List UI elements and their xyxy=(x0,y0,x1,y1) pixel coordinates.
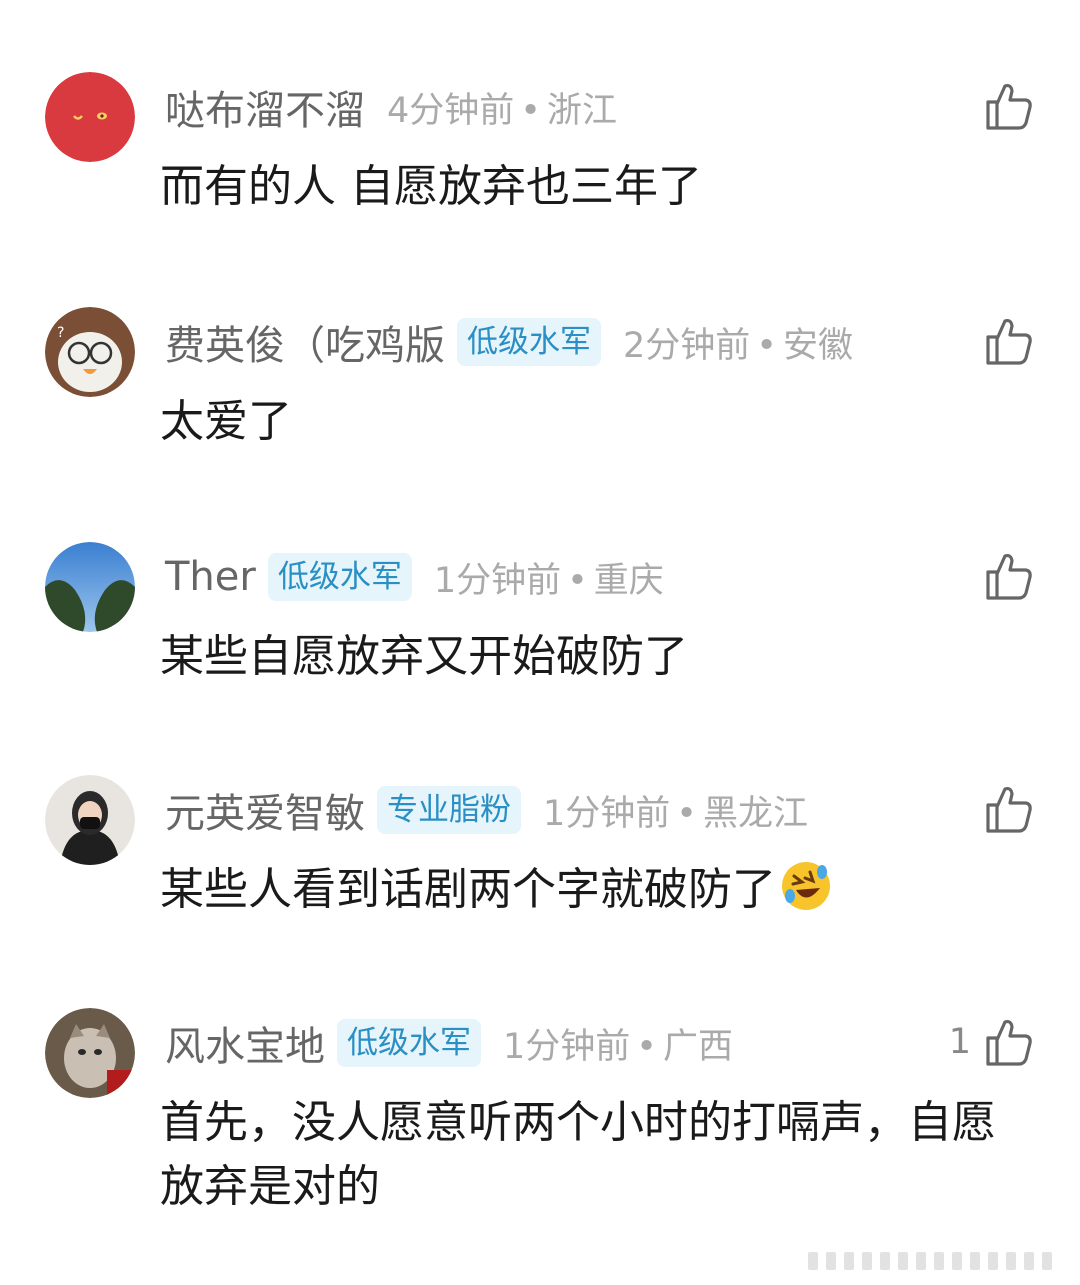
comment-text: 某些自愿放弃又开始破防了 xyxy=(160,631,688,682)
comment-meta: 2分钟前 • 安徽 xyxy=(623,317,853,368)
like-button[interactable] xyxy=(983,550,1035,602)
separator-dot: • xyxy=(567,560,588,601)
like-button[interactable] xyxy=(983,315,1035,367)
thumbs-up-icon xyxy=(986,318,1032,365)
avatar-image xyxy=(45,775,135,865)
comment-meta: 1分钟前 • 黑龙江 xyxy=(543,785,808,836)
scroll-indicator-bars xyxy=(808,1252,1052,1270)
separator-dot: • xyxy=(756,325,777,366)
location: 安徽 xyxy=(782,325,853,366)
comment-header: Ther 低级水军 1分钟前 • 重庆 xyxy=(165,542,664,612)
user-badge: 专业脂粉 xyxy=(377,786,521,834)
comment-text: 而有的人 自愿放弃也三年了 xyxy=(160,161,702,212)
separator-dot: • xyxy=(520,90,541,131)
location: 重庆 xyxy=(593,560,664,601)
separator-dot: • xyxy=(676,793,697,834)
like-count: 1 xyxy=(948,1022,971,1062)
svg-text:?: ? xyxy=(57,325,64,341)
separator-dot: • xyxy=(636,1026,657,1067)
timestamp: 1分钟前 xyxy=(503,1026,631,1067)
comment-text: 某些人看到话剧两个字就破防了 xyxy=(160,858,1025,922)
username[interactable]: 哒布溜不溜 xyxy=(165,78,365,136)
like-button[interactable]: 1 xyxy=(949,1016,1035,1068)
scroll-indicator xyxy=(808,1250,1068,1272)
comment-header: 元英爱智敏 专业脂粉 1分钟前 • 黑龙江 xyxy=(165,775,808,845)
thumbs-up-icon xyxy=(986,1019,1032,1066)
comment-meta: 1分钟前 • 广西 xyxy=(503,1018,733,1069)
timestamp: 2分钟前 xyxy=(623,325,751,366)
location: 黑龙江 xyxy=(702,793,808,834)
username[interactable]: Ther xyxy=(165,554,256,600)
avatar[interactable] xyxy=(45,1008,135,1098)
comment-header: 哒布溜不溜 4分钟前 • 浙江 xyxy=(165,72,617,142)
like-button[interactable] xyxy=(983,783,1035,835)
username[interactable]: 元英爱智敏 xyxy=(165,781,365,839)
user-badge: 低级水军 xyxy=(457,318,601,366)
avatar[interactable]: ? xyxy=(45,307,135,397)
username[interactable]: 风水宝地 xyxy=(165,1014,325,1072)
thumbs-up-icon xyxy=(986,786,1032,833)
comment-meta: 1分钟前 • 重庆 xyxy=(434,552,664,603)
comment-text-content: 某些人看到话剧两个字就破防了 xyxy=(160,864,776,915)
location: 浙江 xyxy=(546,90,617,131)
rolling-on-floor-laughing-emoji xyxy=(782,862,830,910)
timestamp: 4分钟前 xyxy=(387,90,515,131)
avatar-image xyxy=(45,542,135,632)
timestamp: 1分钟前 xyxy=(433,560,562,601)
comment-text: 首先，没人愿意听两个小时的打嗝声，自愿放弃是对的 xyxy=(160,1097,996,1212)
avatar[interactable] xyxy=(45,775,135,865)
location: 广西 xyxy=(662,1026,733,1067)
thumbs-up-icon xyxy=(986,83,1032,130)
timestamp: 1分钟前 xyxy=(543,793,671,834)
avatar-image: ? xyxy=(45,307,135,397)
comment-text: 太爱了 xyxy=(160,396,292,447)
user-badge: 低级水军 xyxy=(267,553,412,601)
avatar-image xyxy=(45,1008,135,1098)
avatar[interactable] xyxy=(45,72,135,162)
comment-header: 风水宝地 低级水军 1分钟前 • 广西 xyxy=(165,1008,733,1078)
user-badge: 低级水军 xyxy=(337,1019,481,1067)
avatar-image xyxy=(45,72,135,162)
comment-header: 费英俊（吃鸡版 低级水军 2分钟前 • 安徽 xyxy=(165,307,853,377)
like-button[interactable] xyxy=(983,80,1035,132)
comment-meta: 4分钟前 • 浙江 xyxy=(387,82,617,133)
avatar[interactable] xyxy=(45,542,135,632)
username[interactable]: 费英俊（吃鸡版 xyxy=(165,313,445,371)
thumbs-up-icon xyxy=(986,553,1032,600)
